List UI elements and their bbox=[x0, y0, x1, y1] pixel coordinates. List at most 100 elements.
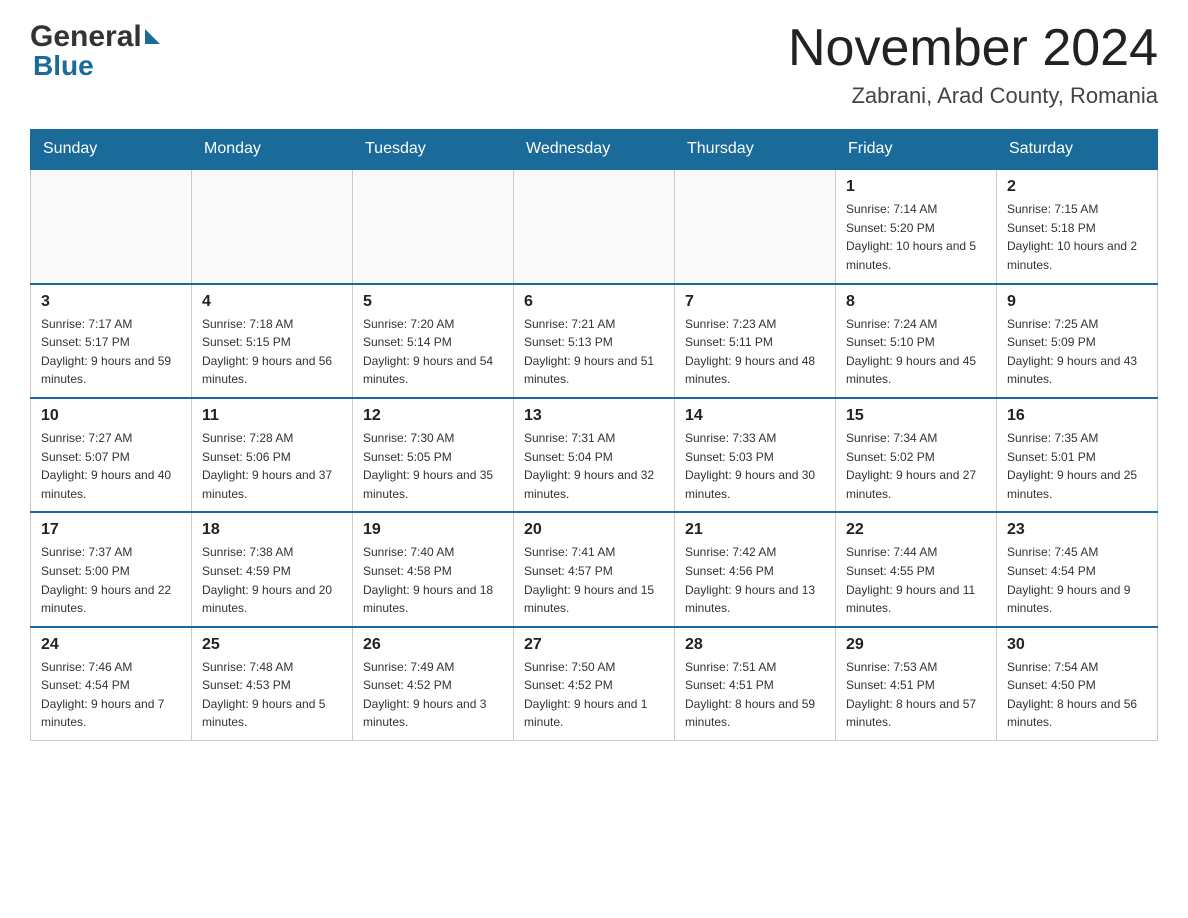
calendar-day-cell: 23Sunrise: 7:45 AMSunset: 4:54 PMDayligh… bbox=[997, 512, 1158, 626]
day-info: Sunrise: 7:51 AMSunset: 4:51 PMDaylight:… bbox=[685, 658, 825, 732]
calendar-day-cell: 21 Sunrise: 7:42 AMSunset: 4:56 PMDayligh… bbox=[675, 512, 836, 626]
day-of-week-header: Thursday bbox=[675, 130, 836, 170]
day-info: Sunrise: 7:28 AMSunset: 5:06 PMDaylight:… bbox=[202, 429, 342, 503]
day-info: Sunrise: 7:31 AMSunset: 5:04 PMDaylight:… bbox=[524, 429, 664, 503]
day-info: Sunrise: 7:30 AMSunset: 5:05 PMDaylight:… bbox=[363, 429, 503, 503]
day-number: 17 bbox=[41, 521, 181, 539]
day-info: Sunrise: 7:49 AMSunset: 4:52 PMDaylight:… bbox=[363, 658, 503, 732]
calendar-table: SundayMondayTuesdayWednesdayThursdayFrid… bbox=[30, 129, 1158, 741]
day-number: 28 bbox=[685, 636, 825, 654]
calendar-day-cell: 14Sunrise: 7:33 AMSunset: 5:03 PMDayligh… bbox=[675, 398, 836, 512]
day-info: Sunrise: 7:15 AMSunset: 5:18 PMDaylight:… bbox=[1007, 200, 1147, 274]
day-number: 2 bbox=[1007, 178, 1147, 196]
calendar-week-row: 24Sunrise: 7:46 AMSunset: 4:54 PMDayligh… bbox=[31, 627, 1158, 741]
day-info: Sunrise: 7:20 AMSunset: 5:14 PMDaylight:… bbox=[363, 315, 503, 389]
calendar-week-row: 1Sunrise: 7:14 AMSunset: 5:20 PMDaylight… bbox=[31, 169, 1158, 283]
calendar-day-cell: 29 Sunrise: 7:53 AMSunset: 4:51 PMDayligh… bbox=[836, 627, 997, 741]
calendar-day-cell bbox=[675, 169, 836, 283]
day-number: 4 bbox=[202, 293, 342, 311]
day-of-week-header: Tuesday bbox=[353, 130, 514, 170]
day-info: Sunrise: 7:54 AMSunset: 4:50 PMDaylight:… bbox=[1007, 658, 1147, 732]
calendar-day-cell: 8 Sunrise: 7:24 AMSunset: 5:10 PMDaylight… bbox=[836, 284, 997, 398]
calendar-day-cell: 10 Sunrise: 7:27 AMSunset: 5:07 PMDayligh… bbox=[31, 398, 192, 512]
day-info: Sunrise: 7:42 AMSunset: 4:56 PMDaylight:… bbox=[685, 543, 825, 617]
day-number: 26 bbox=[363, 636, 503, 654]
day-of-week-header: Wednesday bbox=[514, 130, 675, 170]
day-number: 29 bbox=[846, 636, 986, 654]
day-info: Sunrise: 7:35 AMSunset: 5:01 PMDaylight:… bbox=[1007, 429, 1147, 503]
day-number: 9 bbox=[1007, 293, 1147, 311]
day-info: Sunrise: 7:53 AMSunset: 4:51 PMDaylight:… bbox=[846, 658, 986, 732]
day-number: 24 bbox=[41, 636, 181, 654]
day-info: Sunrise: 7:37 AMSunset: 5:00 PMDaylight:… bbox=[41, 543, 181, 617]
calendar-day-cell: 11 Sunrise: 7:28 AMSunset: 5:06 PMDayligh… bbox=[192, 398, 353, 512]
calendar-day-cell: 20 Sunrise: 7:41 AMSunset: 4:57 PMDayligh… bbox=[514, 512, 675, 626]
calendar-day-cell bbox=[353, 169, 514, 283]
day-number: 8 bbox=[846, 293, 986, 311]
calendar-day-cell: 28 Sunrise: 7:51 AMSunset: 4:51 PMDayligh… bbox=[675, 627, 836, 741]
day-number: 30 bbox=[1007, 636, 1147, 654]
page-header: General Blue November 2024 Zabrani, Arad… bbox=[30, 20, 1158, 109]
logo: General Blue bbox=[30, 20, 160, 82]
day-of-week-header: Friday bbox=[836, 130, 997, 170]
day-number: 5 bbox=[363, 293, 503, 311]
calendar-week-row: 3 Sunrise: 7:17 AMSunset: 5:17 PMDaylight… bbox=[31, 284, 1158, 398]
day-number: 16 bbox=[1007, 407, 1147, 425]
calendar-day-cell: 17 Sunrise: 7:37 AMSunset: 5:00 PMDayligh… bbox=[31, 512, 192, 626]
calendar-day-cell: 9 Sunrise: 7:25 AMSunset: 5:09 PMDaylight… bbox=[997, 284, 1158, 398]
day-number: 15 bbox=[846, 407, 986, 425]
day-of-week-header: Monday bbox=[192, 130, 353, 170]
calendar-day-cell: 6 Sunrise: 7:21 AMSunset: 5:13 PMDaylight… bbox=[514, 284, 675, 398]
day-number: 27 bbox=[524, 636, 664, 654]
calendar-week-row: 10 Sunrise: 7:27 AMSunset: 5:07 PMDayligh… bbox=[31, 398, 1158, 512]
day-info: Sunrise: 7:41 AMSunset: 4:57 PMDaylight:… bbox=[524, 543, 664, 617]
calendar-day-cell: 1Sunrise: 7:14 AMSunset: 5:20 PMDaylight… bbox=[836, 169, 997, 283]
logo-blue-text: Blue bbox=[33, 50, 94, 82]
calendar-day-cell: 2 Sunrise: 7:15 AMSunset: 5:18 PMDaylight… bbox=[997, 169, 1158, 283]
day-info: Sunrise: 7:25 AMSunset: 5:09 PMDaylight:… bbox=[1007, 315, 1147, 389]
day-info: Sunrise: 7:40 AMSunset: 4:58 PMDaylight:… bbox=[363, 543, 503, 617]
day-info: Sunrise: 7:21 AMSunset: 5:13 PMDaylight:… bbox=[524, 315, 664, 389]
day-number: 19 bbox=[363, 521, 503, 539]
day-info: Sunrise: 7:23 AMSunset: 5:11 PMDaylight:… bbox=[685, 315, 825, 389]
calendar-day-cell: 15 Sunrise: 7:34 AMSunset: 5:02 PMDayligh… bbox=[836, 398, 997, 512]
calendar-day-cell: 24Sunrise: 7:46 AMSunset: 4:54 PMDayligh… bbox=[31, 627, 192, 741]
day-number: 11 bbox=[202, 407, 342, 425]
day-of-week-header: Sunday bbox=[31, 130, 192, 170]
day-number: 6 bbox=[524, 293, 664, 311]
calendar-day-cell: 7 Sunrise: 7:23 AMSunset: 5:11 PMDaylight… bbox=[675, 284, 836, 398]
day-number: 3 bbox=[41, 293, 181, 311]
calendar-day-cell bbox=[192, 169, 353, 283]
day-info: Sunrise: 7:24 AMSunset: 5:10 PMDaylight:… bbox=[846, 315, 986, 389]
day-number: 22 bbox=[846, 521, 986, 539]
calendar-day-cell: 5 Sunrise: 7:20 AMSunset: 5:14 PMDaylight… bbox=[353, 284, 514, 398]
logo-general-text: General bbox=[30, 20, 142, 54]
calendar-header-row: SundayMondayTuesdayWednesdayThursdayFrid… bbox=[31, 130, 1158, 170]
calendar-day-cell bbox=[514, 169, 675, 283]
day-number: 7 bbox=[685, 293, 825, 311]
day-number: 13 bbox=[524, 407, 664, 425]
calendar-title: November 2024 bbox=[788, 20, 1158, 77]
day-number: 14 bbox=[685, 407, 825, 425]
title-section: November 2024 Zabrani, Arad County, Roma… bbox=[788, 20, 1158, 109]
day-number: 21 bbox=[685, 521, 825, 539]
day-number: 20 bbox=[524, 521, 664, 539]
calendar-day-cell: 25Sunrise: 7:48 AMSunset: 4:53 PMDayligh… bbox=[192, 627, 353, 741]
day-number: 10 bbox=[41, 407, 181, 425]
day-number: 25 bbox=[202, 636, 342, 654]
day-of-week-header: Saturday bbox=[997, 130, 1158, 170]
logo-triangle-icon bbox=[145, 29, 160, 44]
calendar-day-cell: 30 Sunrise: 7:54 AMSunset: 4:50 PMDayligh… bbox=[997, 627, 1158, 741]
calendar-day-cell: 13 Sunrise: 7:31 AMSunset: 5:04 PMDayligh… bbox=[514, 398, 675, 512]
day-info: Sunrise: 7:44 AMSunset: 4:55 PMDaylight:… bbox=[846, 543, 986, 617]
day-info: Sunrise: 7:50 AMSunset: 4:52 PMDaylight:… bbox=[524, 658, 664, 732]
day-info: Sunrise: 7:27 AMSunset: 5:07 PMDaylight:… bbox=[41, 429, 181, 503]
day-info: Sunrise: 7:18 AMSunset: 5:15 PMDaylight:… bbox=[202, 315, 342, 389]
day-info: Sunrise: 7:17 AMSunset: 5:17 PMDaylight:… bbox=[41, 315, 181, 389]
calendar-day-cell: 18Sunrise: 7:38 AMSunset: 4:59 PMDayligh… bbox=[192, 512, 353, 626]
day-info: Sunrise: 7:38 AMSunset: 4:59 PMDaylight:… bbox=[202, 543, 342, 617]
day-info: Sunrise: 7:34 AMSunset: 5:02 PMDaylight:… bbox=[846, 429, 986, 503]
calendar-day-cell: 4 Sunrise: 7:18 AMSunset: 5:15 PMDaylight… bbox=[192, 284, 353, 398]
day-info: Sunrise: 7:45 AMSunset: 4:54 PMDaylight:… bbox=[1007, 543, 1147, 617]
calendar-day-cell bbox=[31, 169, 192, 283]
